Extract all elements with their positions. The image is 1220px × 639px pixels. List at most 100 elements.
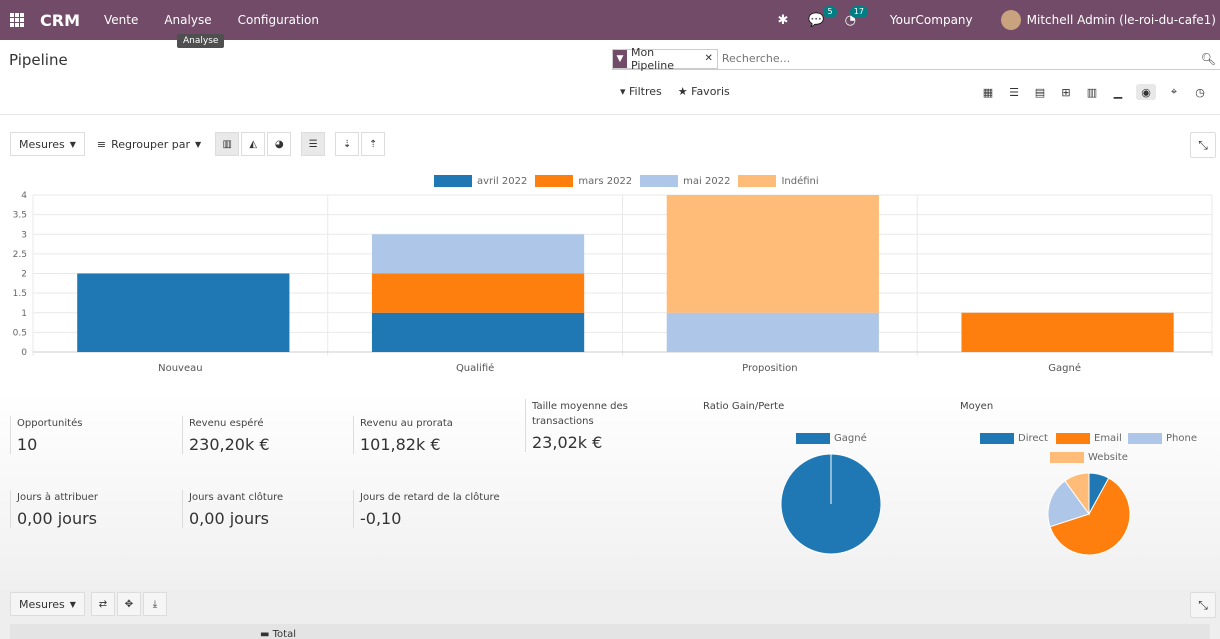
kpi-label: Taille moyenne des transactions	[532, 401, 628, 427]
search-icon[interactable]: 🔍︎	[1201, 52, 1216, 66]
kpi-value: 230,20k €	[189, 435, 270, 454]
y-tick-label: 4	[21, 191, 27, 201]
total-label: Total	[272, 629, 296, 639]
user-menu[interactable]: Mitchell Admin (le-roi-du-cafe1)	[1027, 13, 1216, 27]
messages-badge: 5	[823, 5, 837, 18]
pivot-total-header[interactable]: ▬ Total	[260, 629, 296, 639]
legend-swatch	[1050, 452, 1084, 463]
kpi-value: 23,02k €	[532, 433, 603, 452]
kanban-view-icon[interactable]: ▦	[980, 84, 996, 100]
bug-icon[interactable]: ✱	[777, 13, 788, 28]
activities-badge: 17	[849, 5, 868, 18]
favorites-button[interactable]: ★ Favoris	[678, 85, 730, 98]
medium-legend-item[interactable]: Phone	[1128, 433, 1197, 444]
flip-axis-icon[interactable]: ⇄	[90, 592, 115, 616]
legend-swatch	[796, 433, 830, 444]
y-tick-label: 3	[21, 230, 27, 240]
dashboard-view-icon[interactable]: ◉	[1136, 84, 1156, 100]
download-icon[interactable]: ⤓	[142, 592, 167, 616]
bar-chart-button[interactable]: ▥	[215, 132, 240, 156]
y-tick-label: 0.5	[13, 328, 27, 338]
messages-icon[interactable]: 💬 5	[808, 5, 837, 28]
caret-down-icon: ▼	[195, 139, 202, 149]
list-view-icon[interactable]: ☰	[1006, 84, 1022, 100]
kpi-label: Opportunités	[17, 418, 83, 429]
legend-label: Gagné	[834, 433, 867, 444]
facet-remove-icon[interactable]: ✕	[705, 53, 717, 64]
expand-icon[interactable]: ⤡	[1190, 592, 1216, 618]
x-tick-label: Proposition	[742, 363, 797, 374]
pie-chart-button[interactable]: ◕	[267, 132, 292, 156]
groupby-label: Regrouper par	[111, 137, 191, 151]
y-tick-label: 1	[21, 309, 27, 319]
kpi-average-deal-size[interactable]: Taille moyenne des transactions 23,02k €	[525, 399, 645, 452]
menu-vente[interactable]: Vente	[104, 13, 138, 27]
activity-view-icon[interactable]: ◷	[1192, 84, 1208, 100]
apps-menu-icon[interactable]	[10, 13, 24, 27]
kpi-label: Revenu au prorata	[360, 418, 453, 429]
sort-desc-button[interactable]: ⇣	[335, 132, 360, 156]
pivot-view-icon[interactable]: ⊞	[1058, 84, 1074, 100]
measures-label: Mesures	[19, 597, 65, 611]
kpi-days-to-assign[interactable]: Jours à attribuer 0,00 jours	[10, 490, 170, 528]
pivot-header-row	[10, 624, 1210, 639]
graph-view-icon[interactable]: ▥	[1084, 84, 1100, 100]
expand-icon[interactable]: ⤡	[1190, 132, 1216, 158]
medium-legend-item[interactable]: Website	[1050, 452, 1128, 463]
menu-analyse[interactable]: Analyse	[164, 13, 211, 27]
stacked-button[interactable]: ☰	[301, 132, 326, 156]
x-tick-label: Nouveau	[158, 363, 202, 374]
bar-segment	[371, 273, 585, 313]
y-tick-label: 2.5	[13, 250, 27, 260]
search-bar: ▼ Mon Pipeline ✕ 🔍︎	[612, 46, 1220, 72]
list-icon: ≡	[96, 137, 107, 151]
expand-all-icon[interactable]: ✥	[116, 592, 141, 616]
caret-down-icon: ▼	[69, 599, 76, 609]
kpi-opportunities[interactable]: Opportunités 10	[10, 416, 170, 454]
activities-icon[interactable]: ◔ 17	[845, 5, 868, 28]
medium-pie-chart	[1047, 472, 1131, 556]
medium-chart-title: Moyen	[960, 401, 994, 412]
pivot-measures-dropdown[interactable]: Mesures ▼	[10, 592, 85, 616]
avatar[interactable]	[1000, 10, 1021, 30]
kpi-closing-delay[interactable]: Jours de retard de la clôture -0,10	[353, 490, 523, 528]
kpi-expected-revenue[interactable]: Revenu espéré 230,20k €	[182, 416, 342, 454]
company-switcher[interactable]: YourCompany	[890, 13, 973, 27]
caret-down-icon: ▼	[69, 139, 76, 149]
cohort-view-icon[interactable]: ▁	[1110, 84, 1126, 100]
bar-chart-svg: 0 0.5 1 1.5 2 2.5 3 3.5 4 Nouveau Qualifié Proposit…	[13, 191, 1213, 374]
filter-toolbar: ▾ Filtres ★ Favoris	[620, 85, 730, 98]
line-chart-button[interactable]: ◭	[241, 132, 266, 156]
ratio-legend-item[interactable]: Gagné	[796, 433, 867, 444]
kpi-label: Jours avant clôture	[189, 492, 284, 503]
measures-dropdown[interactable]: Mesures ▼	[10, 132, 85, 156]
groupby-dropdown[interactable]: ≡ Regrouper par ▼	[88, 132, 210, 156]
bar-segment	[961, 312, 1174, 352]
legend-label: Phone	[1166, 433, 1197, 444]
filters-button[interactable]: ▾ Filtres	[620, 85, 662, 98]
filters-label: Filtres	[629, 85, 662, 98]
kpi-value: 101,82k €	[360, 435, 441, 454]
legend-label: Website	[1088, 452, 1128, 463]
calendar-view-icon[interactable]: ▤	[1032, 84, 1048, 100]
search-input[interactable]	[721, 52, 1201, 65]
medium-legend-item[interactable]: Direct	[980, 433, 1048, 444]
legend-swatch	[1128, 433, 1162, 444]
bar-segment	[371, 312, 585, 352]
sort-asc-button[interactable]: ⇡	[361, 132, 386, 156]
kpi-days-to-close[interactable]: Jours avant clôture 0,00 jours	[182, 490, 342, 528]
bar-segment	[77, 273, 290, 352]
medium-legend-item[interactable]: Email	[1056, 433, 1122, 444]
map-view-icon[interactable]: ⌖	[1166, 84, 1182, 100]
kpi-prorated-revenue[interactable]: Revenu au prorata 101,82k €	[353, 416, 513, 454]
kpi-label: Revenu espéré	[189, 418, 264, 429]
kpi-value: -0,10	[360, 509, 402, 528]
ratio-chart-title: Ratio Gain/Perte	[703, 401, 785, 412]
app-brand[interactable]: CRM	[40, 11, 80, 30]
pivot-controls: Mesures ▼ ⇄ ✥ ⤓	[10, 592, 169, 616]
kpi-value: 0,00 jours	[189, 509, 269, 528]
filter-icon: ▼	[613, 49, 627, 68]
search-facet[interactable]: ▼ Mon Pipeline ✕	[612, 46, 718, 72]
y-tick-label: 3.5	[13, 211, 27, 221]
menu-configuration[interactable]: Configuration	[238, 13, 319, 27]
